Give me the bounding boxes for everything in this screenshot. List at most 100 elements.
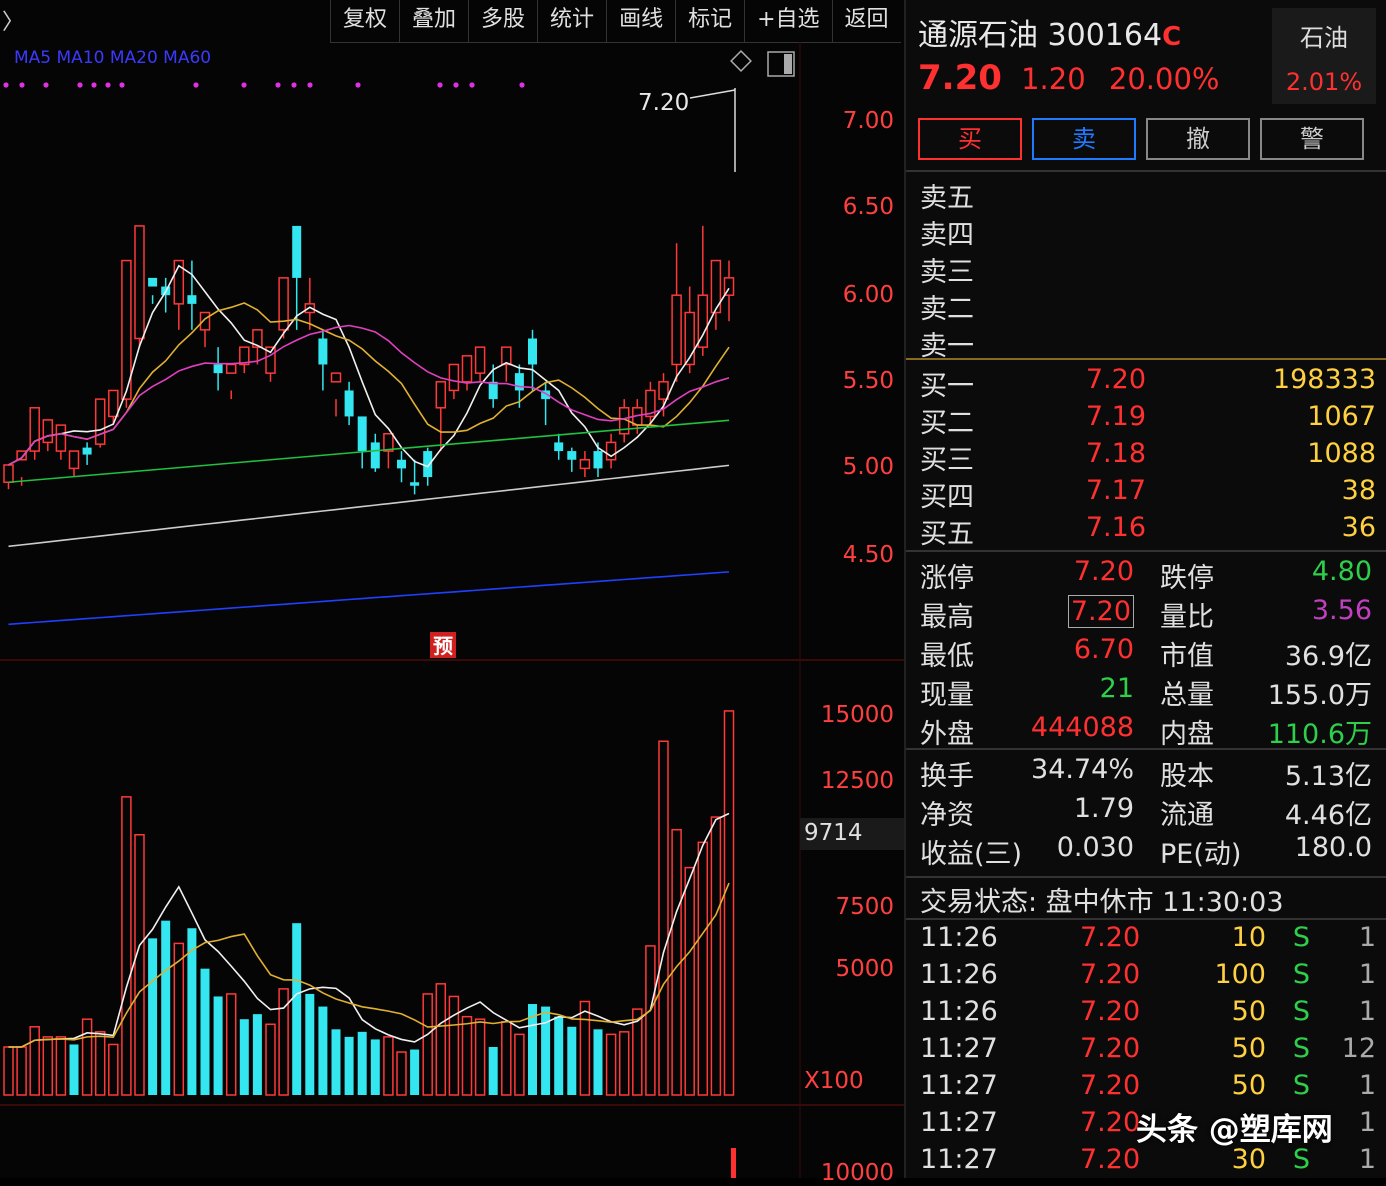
stat-label: 总量 xyxy=(1160,680,1214,711)
layout-toggle-bar xyxy=(784,54,792,74)
buy-level[interactable]: 买四 7.17 38 xyxy=(920,475,1376,513)
stat-value: 34.74% xyxy=(1031,754,1134,785)
candle-body xyxy=(357,416,367,452)
trade-time: 11:26 xyxy=(920,996,998,1027)
volume-bar xyxy=(148,938,158,1095)
price-line: 7.20 1.20 20.00% xyxy=(918,58,1219,98)
ma10-line xyxy=(8,302,730,466)
sell-level[interactable]: 卖一 xyxy=(920,324,1376,362)
volume-bar xyxy=(239,1019,249,1095)
stat-left: 涨停 7.20 xyxy=(920,556,1134,594)
candle-body xyxy=(567,451,577,460)
buy-button[interactable]: 买 xyxy=(918,118,1022,160)
candle-body xyxy=(344,390,354,417)
trade-count: 1 xyxy=(1358,996,1376,1027)
volume-bar xyxy=(567,1026,577,1095)
price-tick: 6.00 xyxy=(842,282,894,308)
volume-bar xyxy=(318,1006,328,1095)
forecast-badge: 预 xyxy=(433,634,453,658)
level-volume: 1088 xyxy=(1307,438,1376,469)
sell-level[interactable]: 卖二 xyxy=(920,287,1376,325)
buy-level[interactable]: 买三 7.18 1088 xyxy=(920,438,1376,476)
stat-right: PE(动) 180.0 xyxy=(1160,832,1372,870)
price-tick: 6.50 xyxy=(842,194,894,220)
level-label: 卖三 xyxy=(920,257,974,288)
sector-box[interactable]: 石油 2.01% xyxy=(1272,8,1376,104)
signal-dot xyxy=(193,82,199,88)
stat-value: 4.80 xyxy=(1311,556,1372,587)
trade-volume: 50 xyxy=(1231,1070,1266,1101)
volume-bar xyxy=(94,1031,106,1096)
trade-price: 7.20 xyxy=(1080,922,1141,953)
trade-row[interactable]: 11:26 7.20 10 S 1 xyxy=(920,922,1376,959)
level-label: 买三 xyxy=(920,445,974,476)
sell-button[interactable]: 卖 xyxy=(1032,118,1136,160)
cancel-order-button[interactable]: 撤 xyxy=(1146,118,1250,160)
level-price: 7.19 xyxy=(1085,401,1146,432)
trade-row[interactable]: 11:27 7.20 50 S 1 xyxy=(920,1070,1376,1107)
alert-button[interactable]: 警 xyxy=(1260,118,1364,160)
level-volume: 1067 xyxy=(1307,401,1376,432)
stock-name[interactable]: 通源石油 300164C xyxy=(918,10,1181,54)
stat-label: 净资 xyxy=(920,800,974,831)
stat-left: 最高 7.20 xyxy=(920,595,1134,633)
buy-level[interactable]: 买五 7.16 36 xyxy=(920,512,1376,550)
candle-body xyxy=(528,338,537,365)
stat-label: 现量 xyxy=(920,680,974,711)
trade-row[interactable]: 11:27 7.20 30 S 1 xyxy=(920,1144,1376,1181)
candle-body xyxy=(3,464,14,484)
buy-level[interactable]: 买二 7.19 1067 xyxy=(920,401,1376,439)
trade-row[interactable]: 11:27 7.20 50 S 12 xyxy=(920,1033,1376,1070)
level-label: 卖二 xyxy=(920,294,974,325)
stat-right: 量比 3.56 xyxy=(1160,595,1372,633)
stat-label: 市值 xyxy=(1160,641,1214,672)
stat-value: 0.030 xyxy=(1056,832,1134,863)
level-volume: 198333 xyxy=(1272,364,1376,395)
stat-label: 外盘 xyxy=(920,719,974,750)
level-price: 7.20 xyxy=(1085,364,1146,395)
trade-count: 12 xyxy=(1341,1033,1376,1064)
level-label: 买五 xyxy=(920,519,974,550)
stat-left: 最低 6.70 xyxy=(920,634,1134,672)
signal-dot xyxy=(437,82,443,88)
trade-volume: 100 xyxy=(1214,959,1266,990)
volume-bar xyxy=(3,1046,14,1096)
trade-time: 11:27 xyxy=(920,1144,998,1175)
volume-bar xyxy=(593,1029,603,1095)
ma5-line xyxy=(8,264,730,468)
volume-bar xyxy=(684,866,695,1096)
candle-body xyxy=(42,419,54,444)
stat-value: 3.56 xyxy=(1311,595,1372,626)
stat-left: 净资 1.79 xyxy=(920,793,1134,831)
trade-row[interactable]: 11:26 7.20 50 S 1 xyxy=(920,996,1376,1033)
sell-level[interactable]: 卖四 xyxy=(920,213,1376,251)
signal-dot xyxy=(19,82,25,88)
volume-bar xyxy=(200,968,210,1095)
kline-chart[interactable]: 7.20 预 xyxy=(0,0,904,1178)
candle-body xyxy=(68,450,80,470)
signal-dot xyxy=(355,82,361,88)
candle-body xyxy=(501,346,512,366)
stat-label: 跌停 xyxy=(1160,563,1214,594)
candle-body xyxy=(423,451,433,478)
ma120-line xyxy=(8,464,730,548)
candle-body xyxy=(213,364,223,374)
trade-price: 7.20 xyxy=(1080,1107,1141,1138)
stat-label: 流通 xyxy=(1160,800,1214,831)
stat-label: PE(动) xyxy=(1160,839,1242,870)
vol-ma5-line xyxy=(8,812,730,1048)
volume-bar xyxy=(501,1020,512,1096)
trade-time: 11:27 xyxy=(920,1107,998,1138)
buy-level[interactable]: 买一 7.20 198333 xyxy=(920,364,1376,402)
volume-tick: X100 xyxy=(804,1068,864,1094)
stat-right: 股本 5.13亿 xyxy=(1160,754,1372,792)
trade-time: 11:26 xyxy=(920,959,998,990)
sell-level[interactable]: 卖五 xyxy=(920,176,1376,214)
stat-value: 21 xyxy=(1099,673,1134,704)
chart-panel[interactable]: 〉 复权 叠加 多股 统计 画线 标记 +自选 返回 MA5 MA10 MA20 MA60 7… xyxy=(0,0,904,1186)
trade-row[interactable]: 11:26 7.20 100 S 1 xyxy=(920,959,1376,996)
diamond-icon[interactable] xyxy=(730,50,752,72)
sell-level[interactable]: 卖三 xyxy=(920,250,1376,288)
volume-bar xyxy=(658,740,669,1096)
level-label: 买一 xyxy=(920,371,974,402)
